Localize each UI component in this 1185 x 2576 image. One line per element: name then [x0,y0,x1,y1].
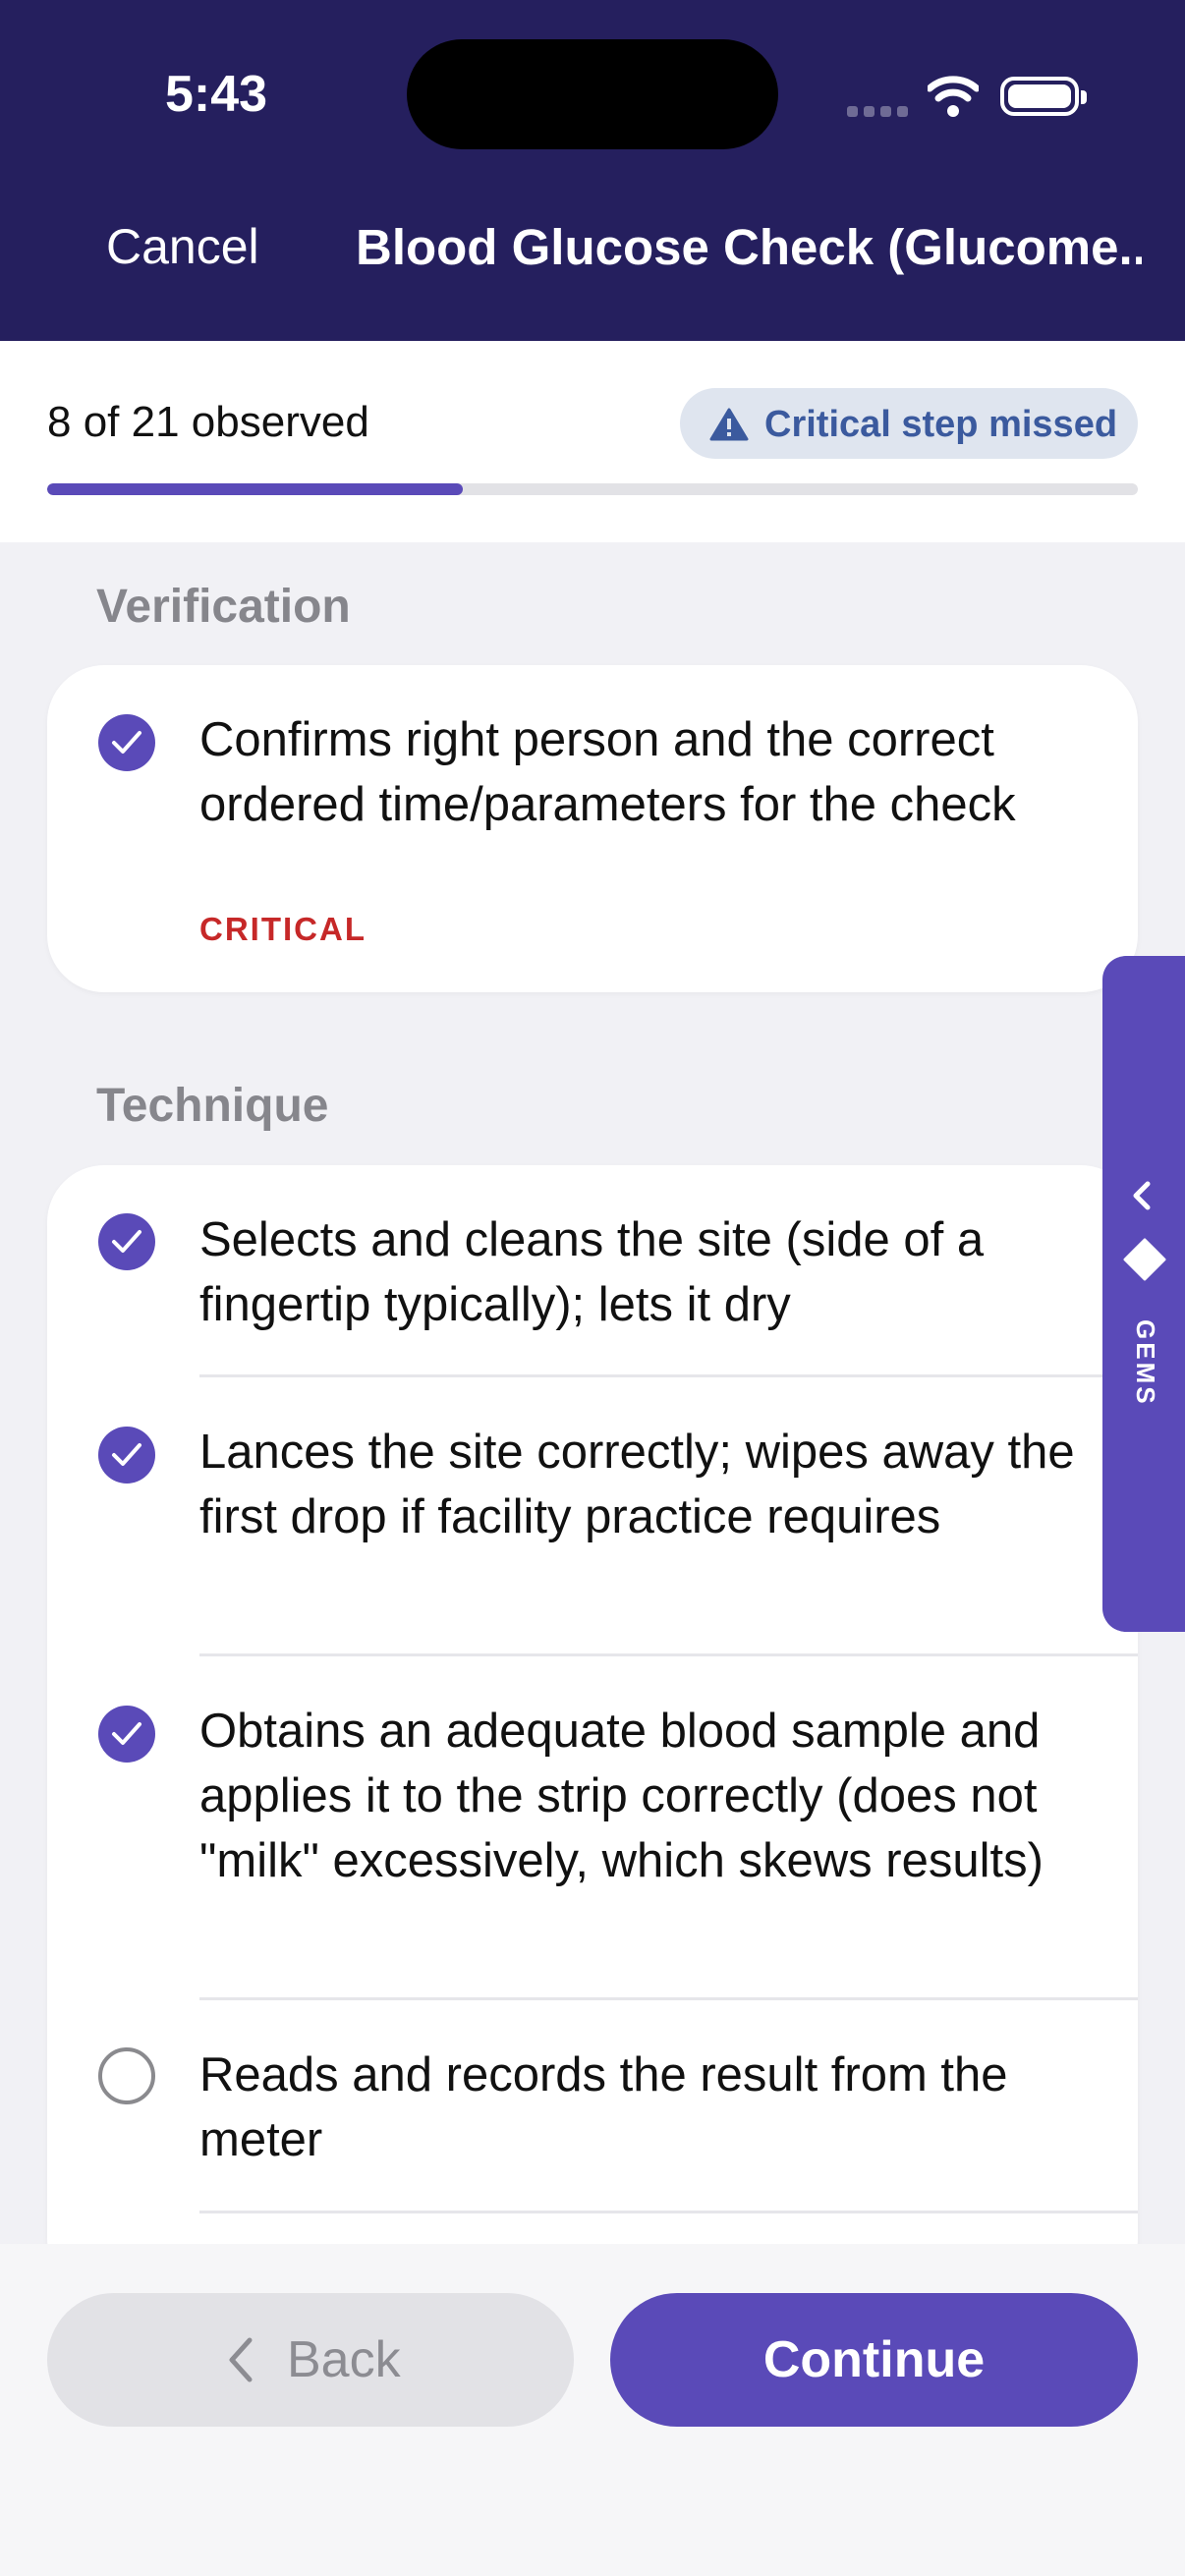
battery-icon [1000,77,1087,116]
progress-panel: 8 of 21 observed Critical step missed [0,341,1185,542]
checklist-item[interactable]: Selects and cleans the site (side of a f… [47,1165,1138,1377]
critical-tag: CRITICAL [199,911,367,947]
section-title-verification: Verification [96,581,351,633]
cancel-button[interactable]: Cancel [106,218,259,275]
item-text: Selects and cleans the site (side of a f… [199,1213,985,1331]
checkbox-checked[interactable] [98,714,155,771]
chevron-left-icon [1133,1181,1151,1210]
section-title-technique: Technique [96,1080,329,1132]
item-text: Confirms right person and the correct or… [199,713,1016,831]
checkbox-checked[interactable] [98,1706,155,1763]
checklist-item[interactable]: Lances the site correctly; wipes away th… [47,1377,1138,1656]
verification-card: Confirms right person and the correct or… [47,665,1138,992]
gems-label: GEMS [1131,1319,1160,1407]
continue-button[interactable]: Continue [610,2293,1138,2427]
item-text: Obtains an adequate blood sample and app… [199,1705,1044,1887]
diamond-icon [1123,1238,1166,1281]
item-text: Lances the site correctly; wipes away th… [199,1426,1075,1543]
nav-header: 5:43 Cancel Blood Glucose Check (Glucome… [0,0,1185,341]
checklist-item[interactable]: Reads and records the result from the me… [47,2000,1138,2213]
footer-bar: Back Continue [0,2244,1185,2576]
critical-missed-badge[interactable]: Critical step missed [680,388,1138,459]
item-text: Reads and records the result from the me… [199,2048,1008,2166]
back-button[interactable]: Back [47,2293,574,2427]
back-button-label: Back [287,2331,401,2388]
status-time: 5:43 [165,66,268,123]
checkbox-checked[interactable] [98,1427,155,1484]
observed-count: 8 of 21 observed [47,398,369,446]
checklist-item[interactable]: Confirms right person and the correct or… [47,665,1138,992]
critical-badge-label: Critical step missed [764,404,1118,445]
page-title: Blood Glucose Check (Glucome... [356,219,1142,275]
divider [199,2211,1138,2213]
progress-bar [47,483,1138,495]
checklist-item[interactable]: Obtains an adequate blood sample and app… [47,1656,1138,2000]
progress-bar-fill [47,483,463,495]
chevron-left-icon [229,2337,253,2382]
technique-card: Selects and cleans the site (side of a f… [47,1165,1138,2295]
checkbox-checked[interactable] [98,1213,155,1270]
warning-icon [709,408,749,441]
dynamic-island [407,39,778,149]
wifi-icon [928,76,979,117]
cellular-signal-icon [847,104,914,122]
gems-side-tab[interactable]: GEMS [1102,956,1185,1632]
checkbox-unchecked[interactable] [98,2047,155,2104]
